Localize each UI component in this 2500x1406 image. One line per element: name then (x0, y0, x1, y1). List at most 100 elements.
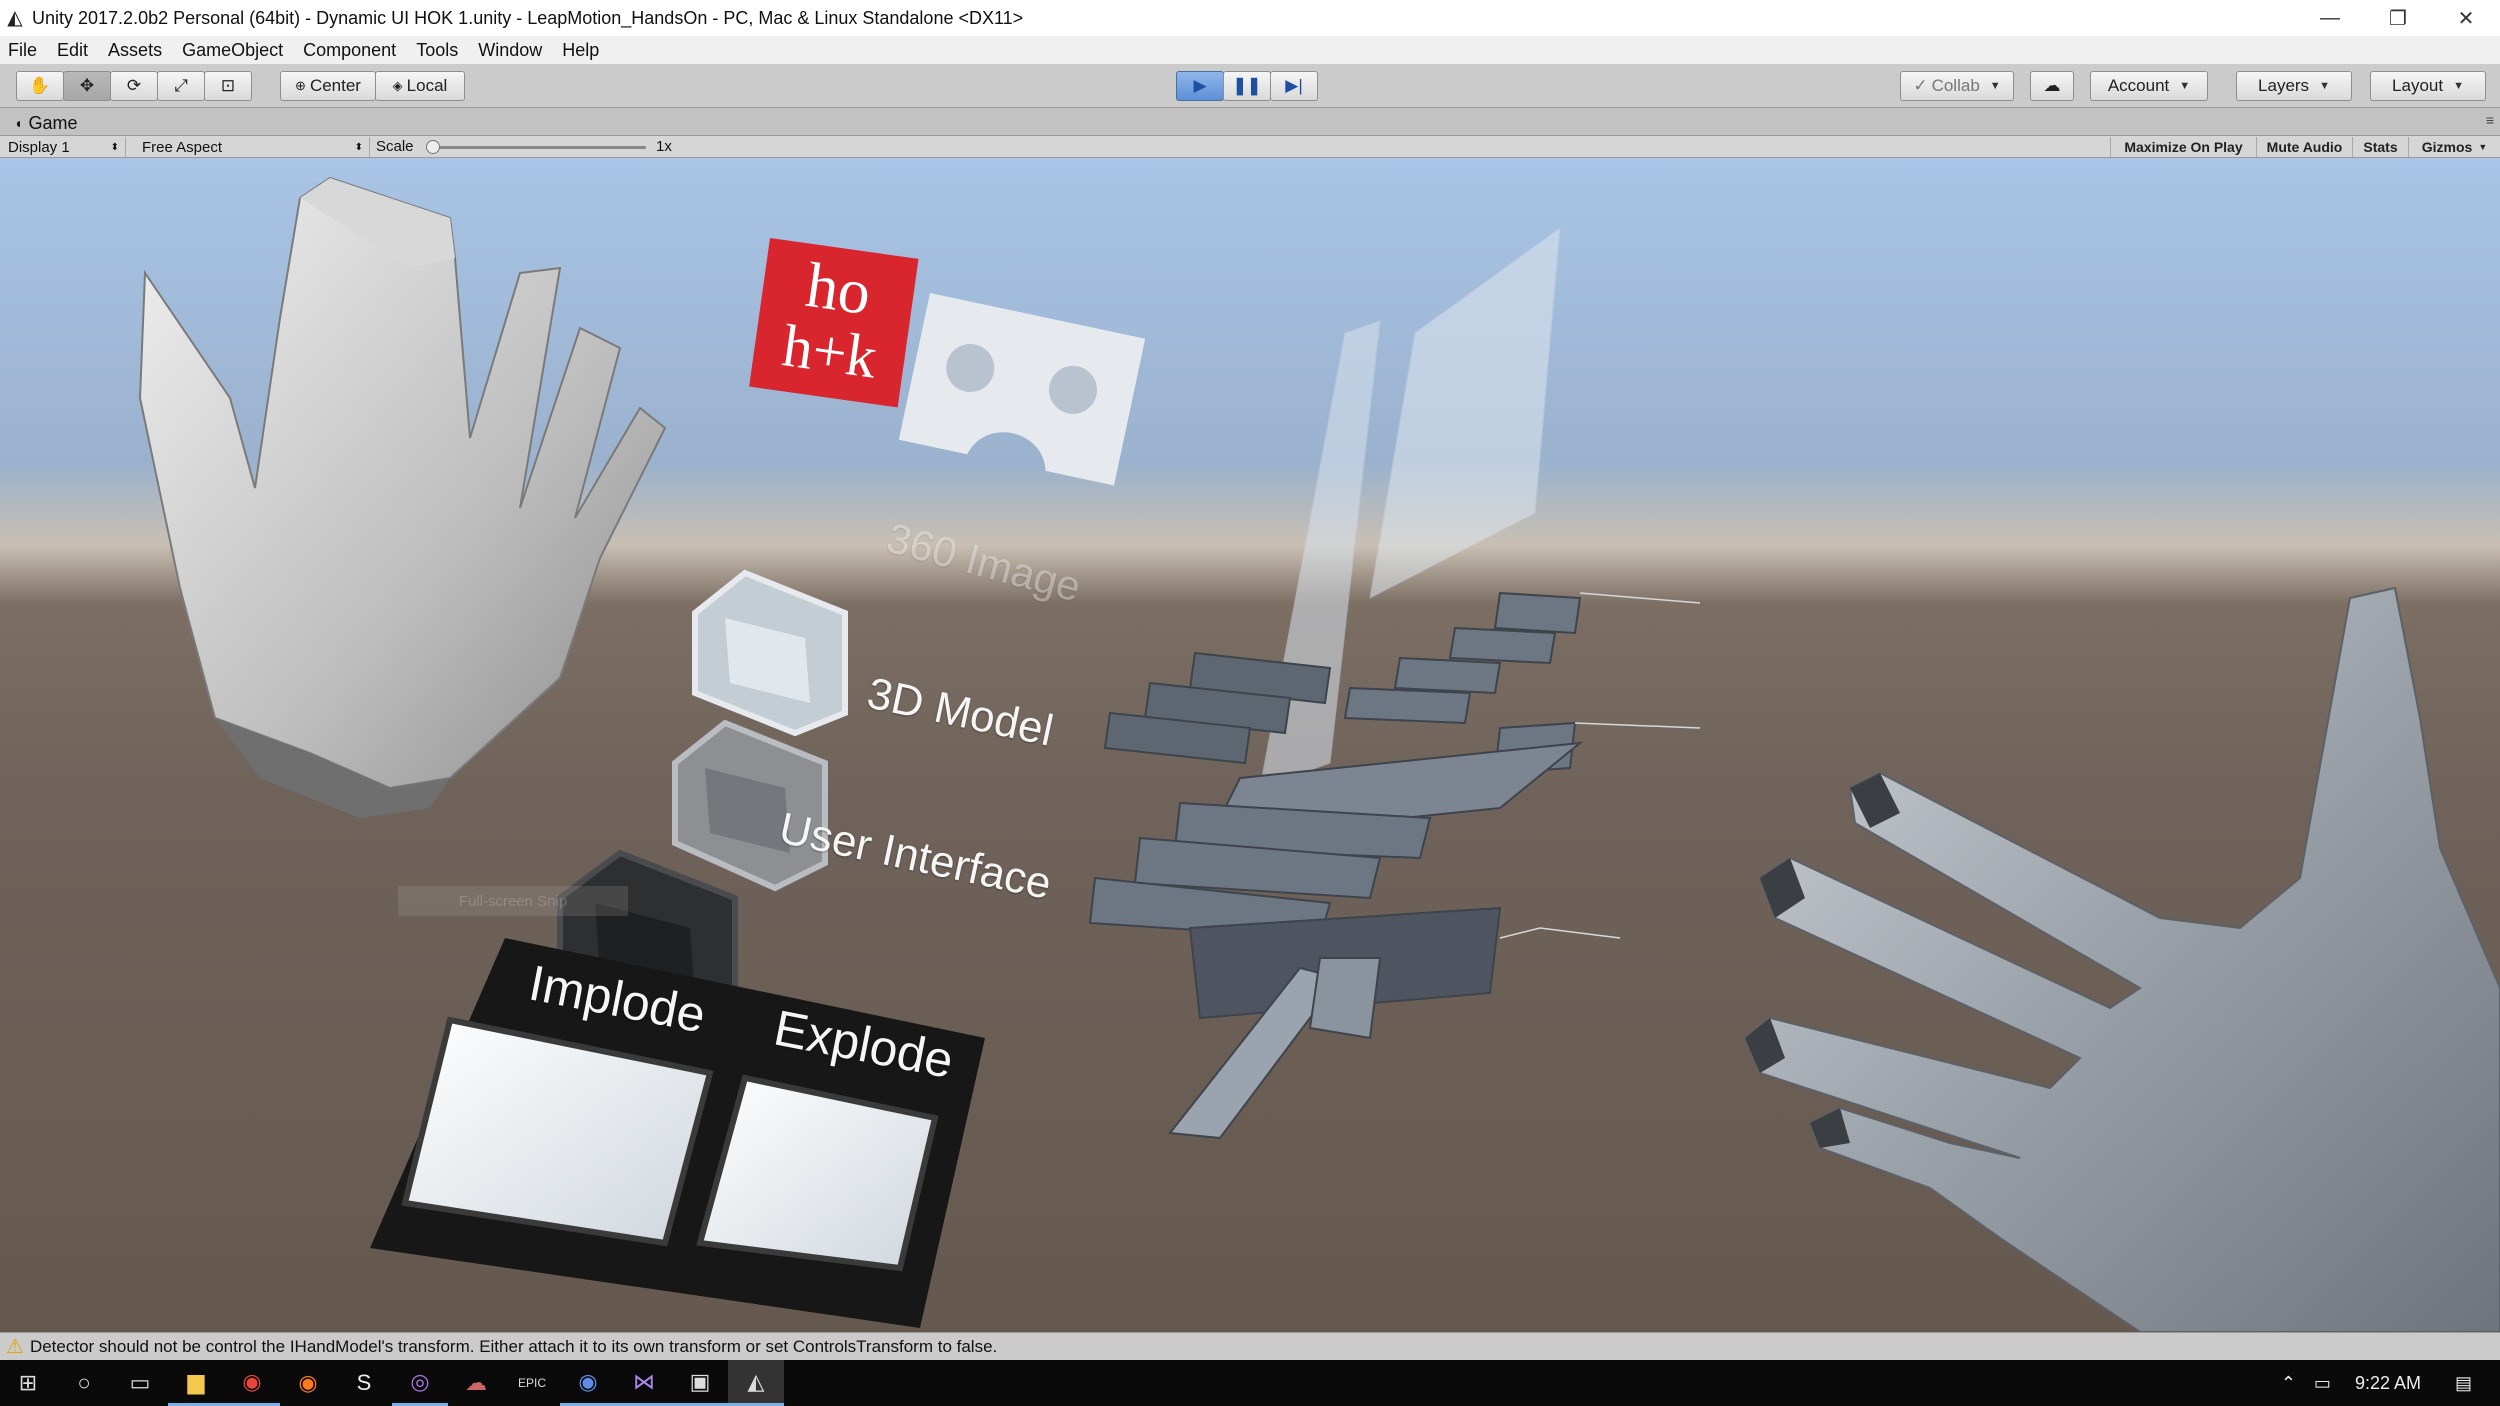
hand-icon: ✋ (29, 76, 51, 95)
scale-icon: ⤢ (174, 76, 188, 95)
chevron-up-icon[interactable]: ⌃ (2281, 1373, 2296, 1394)
rect-tool-button[interactable]: ⊡ (204, 71, 252, 101)
scale-slider[interactable] (426, 140, 646, 154)
scale-value: 1x (656, 138, 672, 155)
stats-toggle[interactable]: Stats (2352, 137, 2408, 157)
menubar: File Edit Assets GameObject Component To… (0, 36, 2500, 64)
battery-icon[interactable]: ▭ (2314, 1373, 2331, 1394)
close-button[interactable]: ✕ (2432, 0, 2500, 36)
file-explorer-icon[interactable]: ▆ (168, 1360, 224, 1406)
console-message: Detector should not be control the IHand… (29, 1336, 998, 1356)
local-label: Local (406, 76, 448, 95)
scale-slider-thumb[interactable] (426, 140, 440, 154)
game-toolbar: Display 1 ⬍ Free Aspect ⬍ Scale 1x Maximiz… (0, 136, 2500, 158)
game-viewport[interactable]: ho h+k 360 Image 3D Model User Interface… (0, 158, 2500, 1332)
pivot-center-button[interactable]: ⊕ Center (280, 71, 376, 101)
clock[interactable]: 9:22 AM (2355, 1373, 2421, 1394)
menu-assets[interactable]: Assets (108, 40, 162, 61)
sublime-icon[interactable]: S (336, 1360, 392, 1406)
move-tool-button[interactable]: ✥ (63, 71, 111, 101)
scale-label: Scale (376, 138, 414, 155)
step-button[interactable]: ▶| (1270, 71, 1318, 101)
chevron-down-icon: ▼ (2319, 80, 2330, 92)
layout-dropdown[interactable]: Layout ▼ (2370, 71, 2486, 101)
cloud-icon: ☁ (2043, 76, 2061, 95)
rect-icon: ⊡ (220, 76, 236, 95)
pivot-local-button[interactable]: ◈ Local (375, 71, 465, 101)
updown-icon: ⬍ (110, 141, 119, 153)
menu-gameobject[interactable]: GameObject (182, 40, 283, 61)
menu-edit[interactable]: Edit (57, 40, 88, 61)
collab-dropdown[interactable]: ✓ Collab ▼ (1900, 71, 2014, 101)
windows-start-icon[interactable]: ⊞ (0, 1360, 56, 1406)
gizmos-label: Gizmos (2421, 139, 2473, 155)
snip-overlay: Full-screen Snip (398, 886, 628, 916)
right-hand-model (1743, 586, 2500, 1332)
game-tab[interactable]: ◖ Game (4, 110, 88, 136)
chrome-icon[interactable]: ◉ (224, 1360, 280, 1406)
menu-component[interactable]: Component (303, 40, 396, 61)
cloud-button[interactable]: ☁ (2030, 71, 2074, 101)
warning-icon: ⚠ (6, 1336, 24, 1358)
rotate-tool-button[interactable]: ⟳ (110, 71, 158, 101)
vr-headset-card (898, 293, 1146, 486)
chevron-down-icon: ▼ (2453, 80, 2464, 92)
cortana-icon[interactable]: ○ (56, 1360, 112, 1406)
scale-tool-button[interactable]: ⤢ (157, 71, 205, 101)
notification-icon[interactable]: ▤ (2455, 1373, 2472, 1394)
taskbar: ⊞ ○ ▭ ▆ ◉ ◉ S ◎ ☁ EPIC ◉ ⋈ ▣ ◭ ⌃ ▭ 9:22 … (0, 1360, 2500, 1406)
scene-graphics: ho h+k (138, 176, 2500, 1332)
rocket-icon[interactable]: ☁ (448, 1360, 504, 1406)
task-view-icon[interactable]: ▭ (112, 1360, 168, 1406)
left-hand-model (138, 176, 667, 818)
pacman-icon: ◖ (14, 115, 23, 131)
app-blue-icon[interactable]: ◉ (560, 1360, 616, 1406)
maximize-on-play-toggle[interactable]: Maximize On Play (2110, 137, 2256, 157)
play-icon: ▶ (1193, 76, 1207, 95)
rotate-icon: ⟳ (126, 76, 142, 95)
play-button[interactable]: ▶ (1176, 71, 1224, 101)
move-arrows-icon: ✥ (79, 76, 95, 95)
chevron-down-icon: ▼ (1989, 80, 2001, 92)
cube-3d-button[interactable] (672, 719, 828, 892)
chevron-down-icon: ▼ (2179, 80, 2191, 92)
snip-text: Full-screen Snip (458, 892, 568, 910)
account-dropdown[interactable]: Account ▼ (2090, 71, 2208, 101)
system-tray: ⌃ ▭ 9:22 AM ▤ (2281, 1360, 2500, 1406)
account-label: Account (2107, 76, 2170, 95)
pivot-label: Center (309, 76, 361, 95)
firefox-icon[interactable]: ◉ (280, 1360, 336, 1406)
collab-label: Collab (1931, 76, 1980, 95)
toolbar: ✋ ✥ ⟳ ⤢ ⊡ ⊕ Center ◈ Local ▶ ❚❚ ▶| ✓ Collab… (0, 64, 2500, 108)
chevron-down-icon: ▼ (2478, 142, 2488, 152)
cube-360-button[interactable] (692, 569, 848, 737)
restore-button[interactable]: ❐ (2364, 0, 2432, 36)
app-purple-icon[interactable]: ◎ (392, 1360, 448, 1406)
hok-logo: ho h+k (749, 238, 919, 408)
menu-file[interactable]: File (8, 40, 37, 61)
pause-button[interactable]: ❚❚ (1223, 71, 1271, 101)
epic-launcher-icon[interactable]: EPIC (504, 1360, 560, 1406)
aspect-select[interactable]: Free Aspect ⬍ (134, 137, 370, 157)
minimize-button[interactable]: — (2296, 0, 2364, 36)
local-icon: ◈ (392, 78, 403, 93)
layers-dropdown[interactable]: Layers ▼ (2236, 71, 2352, 101)
display-select[interactable]: Display 1 ⬍ (0, 137, 126, 157)
app-window-icon[interactable]: ▣ (672, 1360, 728, 1406)
pause-icon: ❚❚ (1232, 76, 1262, 95)
menu-tools[interactable]: Tools (416, 40, 458, 61)
check-icon: ✓ (1913, 76, 1928, 95)
aspect-label: Free Aspect (142, 138, 223, 156)
game-tab-label: Game (28, 112, 78, 133)
hand-tool-button[interactable]: ✋ (16, 71, 64, 101)
pivot-icon: ⊕ (295, 78, 306, 93)
menu-help[interactable]: Help (562, 40, 599, 61)
console-bar[interactable]: ⚠ Detector should not be control the IHa… (0, 1332, 2500, 1360)
menu-window[interactable]: Window (478, 40, 542, 61)
unity-icon[interactable]: ◭ (728, 1360, 784, 1406)
mute-audio-toggle[interactable]: Mute Audio (2256, 137, 2352, 157)
gizmos-dropdown[interactable]: Gizmos ▼ (2408, 137, 2500, 157)
panel-menu-icon[interactable]: ≡ (2486, 112, 2494, 128)
display-label: Display 1 (8, 138, 70, 156)
visual-studio-icon[interactable]: ⋈ (616, 1360, 672, 1406)
